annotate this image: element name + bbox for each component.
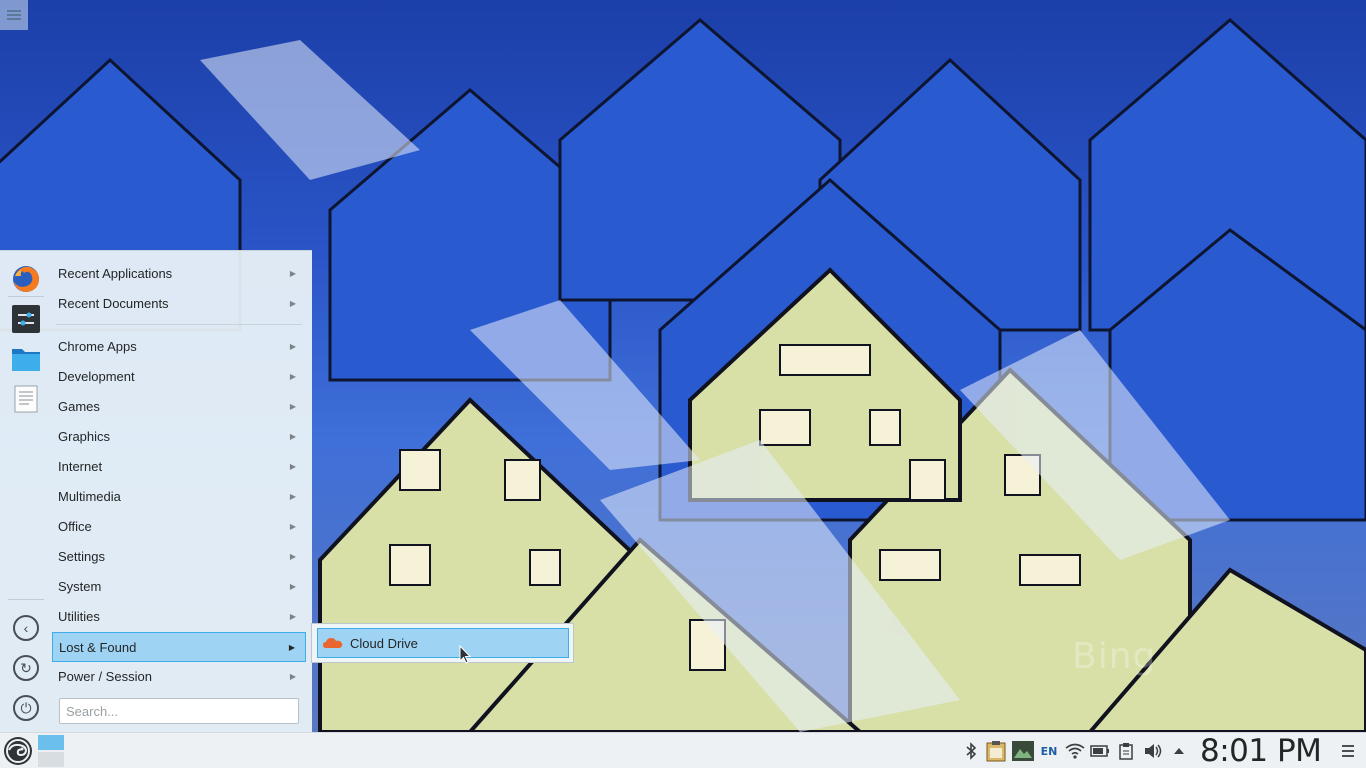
menu-item-utilities[interactable]: Utilities ▶ <box>52 602 306 632</box>
menu-item-development[interactable]: Development ▶ <box>52 362 306 392</box>
menu-item-label: Development <box>58 369 135 384</box>
menu-item-lost-and-found[interactable]: Lost & Found ▶ <box>52 632 306 662</box>
pager-desktop-1[interactable] <box>38 735 64 750</box>
cloud-icon <box>323 637 345 649</box>
keyboard-layout-indicator[interactable]: EN <box>1038 733 1060 769</box>
settings-icon[interactable] <box>11 304 41 334</box>
menu-item-label: Settings <box>58 549 105 564</box>
chevron-right-icon: ▶ <box>289 299 296 308</box>
hamburger-icon <box>7 14 21 16</box>
pager-desktop-2[interactable] <box>38 752 64 767</box>
chevron-right-icon: ▶ <box>289 492 296 501</box>
desktop-pager[interactable] <box>38 735 64 767</box>
submenu-item-cloud-drive[interactable]: Cloud Drive <box>317 628 569 658</box>
favorites-separator <box>8 599 44 600</box>
menu-item-recent-documents[interactable]: Recent Documents ▶ <box>52 289 306 319</box>
image-viewer-icon[interactable] <box>1011 733 1035 769</box>
firefox-icon[interactable] <box>11 264 41 294</box>
submenu-item-label: Cloud Drive <box>350 635 418 651</box>
menu-item-label: Lost & Found <box>59 640 137 655</box>
clipboard-icon[interactable] <box>1115 733 1137 769</box>
battery-icon[interactable] <box>1089 733 1111 769</box>
menu-item-label: Chrome Apps <box>58 339 137 354</box>
menu-item-internet[interactable]: Internet ▶ <box>52 452 306 482</box>
lost-and-found-submenu: Cloud Drive <box>311 623 574 663</box>
folder-icon[interactable] <box>11 344 41 374</box>
menu-item-label: Multimedia <box>58 489 121 504</box>
chevron-right-icon: ▶ <box>288 643 295 652</box>
menu-item-label: Graphics <box>58 429 111 444</box>
bing-watermark: Bing <box>1072 636 1157 677</box>
menu-item-chrome-apps[interactable]: Chrome Apps ▶ <box>52 332 306 362</box>
shutdown-icon[interactable]: ⏻ <box>13 695 39 721</box>
menu-item-settings[interactable]: Settings ▶ <box>52 542 306 572</box>
search-input[interactable] <box>59 698 299 724</box>
desktop-toolbox-button[interactable] <box>0 0 28 30</box>
favorites-separator <box>8 296 44 297</box>
menu-item-recent-applications[interactable]: Recent Applications ▶ <box>52 259 306 289</box>
application-launcher-button[interactable] <box>2 735 34 767</box>
chevron-right-icon: ▶ <box>289 462 296 471</box>
back-icon[interactable]: ‹ <box>13 615 39 641</box>
menu-item-label: Recent Applications <box>58 266 173 281</box>
chevron-right-icon: ▶ <box>289 612 296 621</box>
wifi-icon[interactable] <box>1063 733 1087 769</box>
chevron-right-icon: ▶ <box>289 672 296 681</box>
text-editor-icon[interactable] <box>11 384 41 414</box>
menu-item-graphics[interactable]: Graphics ▶ <box>52 422 306 452</box>
menu-item-label: System <box>58 579 102 594</box>
menu-separator <box>56 324 302 325</box>
menu-item-games[interactable]: Games ▶ <box>52 392 306 422</box>
digital-clock[interactable]: 8:01 PM <box>1200 733 1322 769</box>
menu-item-label: Games <box>58 399 100 414</box>
menu-category-list: Recent Applications ▶ Recent Documents ▶… <box>52 259 306 692</box>
menu-item-power-session[interactable]: Power / Session ▶ <box>52 662 306 692</box>
menu-item-label: Power / Session <box>58 669 152 684</box>
menu-item-label: Utilities <box>58 609 100 624</box>
menu-item-system[interactable]: System ▶ <box>52 572 306 602</box>
chevron-right-icon: ▶ <box>289 582 296 591</box>
mouse-cursor-icon <box>459 645 471 664</box>
keyboard-layout-label: EN <box>1040 744 1058 758</box>
bluetooth-icon[interactable] <box>960 733 982 769</box>
application-launcher-menu: ‹ ↻ ⏻ Recent Applications ▶ Recent Docum… <box>0 250 312 733</box>
chevron-right-icon: ▶ <box>289 342 296 351</box>
chevron-right-icon: ▶ <box>289 432 296 441</box>
volume-icon[interactable] <box>1141 733 1165 769</box>
taskbar-panel: EN 8:01 PM <box>0 732 1366 769</box>
chevron-right-icon: ▶ <box>289 522 296 531</box>
chevron-right-icon: ▶ <box>289 269 296 278</box>
chevron-right-icon: ▶ <box>289 552 296 561</box>
restart-icon[interactable]: ↻ <box>13 655 39 681</box>
menu-item-multimedia[interactable]: Multimedia ▶ <box>52 482 306 512</box>
chevron-right-icon: ▶ <box>289 402 296 411</box>
menu-item-label: Internet <box>58 459 103 474</box>
favorites-bar: ‹ ↻ ⏻ <box>6 255 44 729</box>
expand-tray-icon[interactable] <box>1168 733 1190 769</box>
menu-item-label: Recent Documents <box>58 296 169 311</box>
clipboard-notes-icon[interactable] <box>984 733 1008 769</box>
panel-options-icon[interactable] <box>1342 742 1354 760</box>
menu-item-label: Office <box>58 519 92 534</box>
chevron-right-icon: ▶ <box>289 372 296 381</box>
menu-item-office[interactable]: Office ▶ <box>52 512 306 542</box>
